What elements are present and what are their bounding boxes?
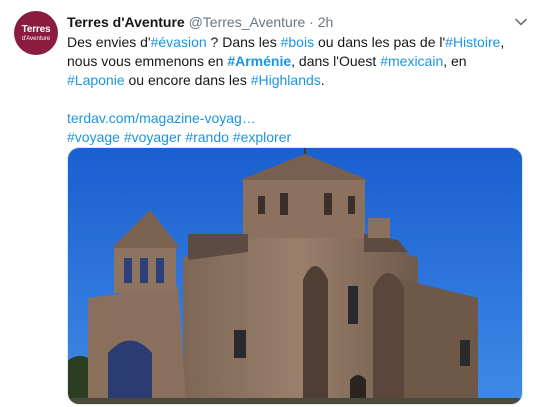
text-segment: ? Dans les [206,34,281,50]
hashtag-histoire[interactable]: #Histoire [445,34,500,50]
hashtag-bois[interactable]: #bois [281,34,314,50]
author-handle[interactable]: @Terres_Aventure [189,14,306,30]
hashtag-mexicain[interactable]: #mexicain [380,53,443,69]
tweet-body: Des envies d'#évasion ? Dans les #bois o… [67,33,522,90]
tweet-hashtags: #voyage #voyager #rando #explorer [67,128,522,147]
tweet-header: Terres d'Aventure @Terres_Aventure · 2h [67,14,527,32]
hashtag-voyage[interactable]: #voyage [67,129,120,145]
hashtag-rando[interactable]: #rando [185,129,229,145]
tweet-photo[interactable] [67,147,523,405]
line-spacer [67,90,522,109]
text-segment: Des envies d' [67,34,151,50]
hashtag-evasion[interactable]: #évasion [151,34,207,50]
hashtag-voyager[interactable]: #voyager [124,129,182,145]
tweet-link-line: terdav.com/magazine-voyag… [67,109,522,128]
text-segment: , en [443,53,467,69]
separator-dot: · [309,14,314,30]
tweet-text: Des envies d'#évasion ? Dans les #bois o… [67,33,522,147]
avatar-logo-subtext: d'Aventure [21,35,51,42]
avatar[interactable]: Terres d'Aventure [14,11,58,55]
hashtag-armenie[interactable]: #Arménie [227,53,291,69]
hashtag-highlands[interactable]: #Highlands [251,72,321,88]
avatar-logo-text: Terres [21,23,51,35]
article-link[interactable]: terdav.com/magazine-voyag… [67,110,256,126]
church-photo [68,148,522,404]
text-segment: , dans l'Ouest [291,53,381,69]
author-name[interactable]: Terres d'Aventure [67,14,185,30]
hashtag-laponie[interactable]: #Laponie [67,72,125,88]
text-segment: ou dans les pas de l' [314,34,446,50]
tweet-timestamp[interactable]: 2h [318,14,334,30]
tweet[interactable]: Terres d'Aventure Terres d'Aventure @Ter… [0,0,535,407]
chevron-down-icon[interactable] [512,13,530,31]
hashtag-explorer[interactable]: #explorer [233,129,291,145]
text-segment: . [320,72,325,88]
text-segment: ou encore dans les [124,72,251,88]
